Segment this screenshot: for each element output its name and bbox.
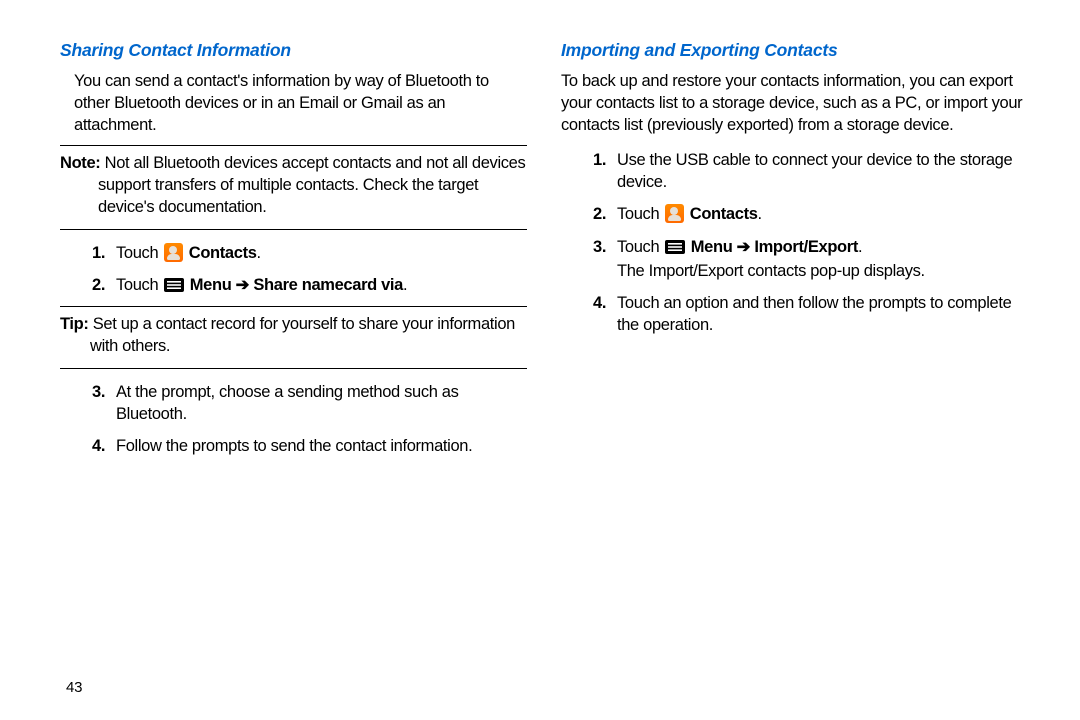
tip-label: Tip: (60, 315, 89, 333)
menu-icon (164, 276, 184, 290)
step-text: Touch (617, 205, 664, 223)
step-item: Touch Contacts. (92, 242, 527, 264)
step-item: Touch Menu ➔ Share namecard via. (92, 274, 527, 296)
step-bold: Contacts (189, 244, 257, 262)
tip-callout: Tip: Set up a contact record for yoursel… (60, 313, 527, 358)
step-text: Touch (617, 238, 664, 256)
step-item: Touch Contacts. (593, 203, 1028, 225)
two-column-layout: Sharing Contact Information You can send… (60, 40, 1028, 467)
section-heading-importing: Importing and Exporting Contacts (561, 40, 1028, 61)
step-item: Touch Menu ➔ Import/Export. The Import/E… (593, 236, 1028, 283)
page-number: 43 (66, 679, 82, 696)
divider (60, 306, 527, 307)
tip-text: Set up a contact record for yourself to … (89, 315, 515, 355)
step-suffix: . (758, 205, 762, 223)
steps-list-right: Use the USB cable to connect your device… (561, 149, 1028, 337)
intro-text-left: You can send a contact's information by … (60, 71, 527, 137)
step-suffix: . (858, 238, 862, 256)
step-item: Use the USB cable to connect your device… (593, 149, 1028, 194)
step-suffix: . (257, 244, 261, 262)
menu-icon (665, 238, 685, 252)
divider (60, 368, 527, 369)
step-suffix: . (403, 276, 407, 294)
intro-text-right: To back up and restore your contacts inf… (561, 71, 1028, 137)
steps-list-left-a: Touch Contacts. Touch Menu ➔ Share namec… (60, 242, 527, 297)
step-text: Touch (116, 276, 163, 294)
contacts-icon (665, 204, 684, 223)
step-subtext: The Import/Export contacts pop-up displa… (617, 260, 1028, 282)
note-label: Note: (60, 154, 100, 172)
step-bold: Contacts (690, 205, 758, 223)
step-text: Touch (116, 244, 163, 262)
step-item: Follow the prompts to send the contact i… (92, 435, 527, 457)
right-column: Importing and Exporting Contacts To back… (561, 40, 1028, 467)
divider (60, 145, 527, 146)
step-bold: Menu ➔ Share namecard via (190, 276, 403, 294)
note-callout: Note: Not all Bluetooth devices accept c… (60, 152, 527, 219)
steps-list-left-b: At the prompt, choose a sending method s… (60, 381, 527, 458)
note-text: Not all Bluetooth devices accept contact… (98, 154, 525, 217)
section-heading-sharing: Sharing Contact Information (60, 40, 527, 61)
step-item: Touch an option and then follow the prom… (593, 292, 1028, 337)
step-item: At the prompt, choose a sending method s… (92, 381, 527, 426)
contacts-icon (164, 243, 183, 262)
step-bold: Menu ➔ Import/Export (691, 238, 858, 256)
left-column: Sharing Contact Information You can send… (60, 40, 527, 467)
divider (60, 229, 527, 230)
